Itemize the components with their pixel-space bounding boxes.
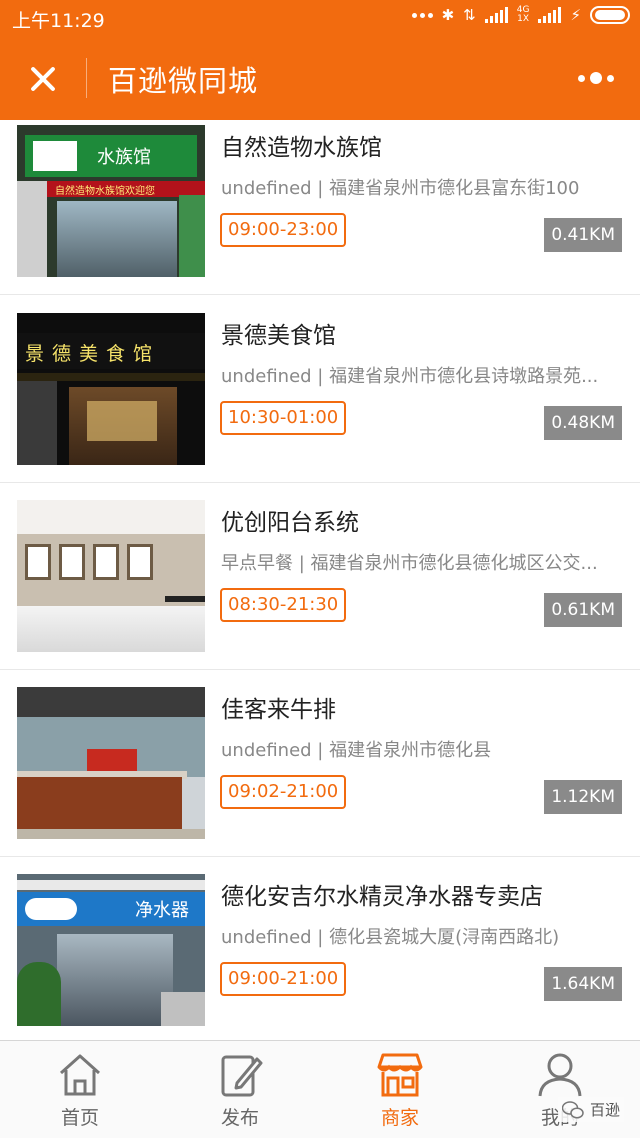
store-name: 佳客来牛排	[221, 697, 336, 723]
signal-icon	[484, 7, 508, 23]
page-title: 百逊微同城	[108, 64, 259, 98]
store-distance: 0.48KM	[544, 406, 622, 440]
store-name: 景德美食馆	[221, 323, 336, 349]
tab-label: 商家	[380, 1107, 419, 1129]
store-name: 德化安吉尔水精灵净水器专卖店	[221, 884, 543, 910]
user-icon	[538, 1053, 582, 1097]
store-thumbnail[interactable]: 水族馆 自然造物水族馆欢迎您	[17, 125, 205, 277]
store-hours: 10:30-01:00	[220, 401, 347, 435]
store-name: 自然造物水族馆	[221, 135, 382, 161]
store-address: undefined | 福建省泉州市德化县富东街100	[221, 178, 580, 199]
signal-icon	[538, 7, 562, 23]
store-thumbnail[interactable]: 景德美食馆	[17, 313, 205, 465]
store-distance: 0.41KM	[544, 218, 622, 252]
store-item[interactable]: 水族馆 自然造物水族馆欢迎您 自然造物水族馆 undefined | 福建省泉州…	[0, 120, 640, 295]
watermark-text: 百逊	[589, 1101, 620, 1119]
store-address: undefined | 福建省泉州市德化县	[221, 740, 492, 761]
store-thumbnail[interactable]: 净水器	[17, 874, 205, 1026]
store-address: undefined | 德化县瓷城大厦(浔南西路北)	[221, 927, 560, 948]
edit-icon	[221, 1055, 263, 1097]
store-distance: 0.61KM	[544, 593, 622, 627]
store-list[interactable]: 水族馆 自然造物水族馆欢迎您 自然造物水族馆 undefined | 福建省泉州…	[0, 120, 640, 1040]
store-item[interactable]: 佳客来牛排 undefined | 福建省泉州市德化县 09:02-21:00 …	[0, 670, 640, 857]
thumb-sign-text: 景德美食馆	[25, 343, 161, 365]
store-hours: 09:00-23:00	[220, 213, 347, 247]
store-distance: 1.12KM	[544, 780, 622, 814]
watermark: 百逊	[557, 1097, 624, 1122]
charging-icon: ⚡	[570, 6, 581, 24]
store-address: 早点早餐 | 福建省泉州市德化县德化城区公交...	[221, 553, 598, 574]
status-time: 上午11:29	[12, 10, 105, 32]
tab-label: 首页	[60, 1107, 99, 1129]
data-arrows-icon: ⇅	[463, 6, 476, 24]
shop-icon	[377, 1053, 423, 1097]
battery-icon	[590, 6, 630, 24]
dots-icon	[411, 12, 433, 18]
store-distance: 1.64KM	[544, 967, 622, 1001]
wechat-icon	[561, 1100, 584, 1119]
title-divider	[86, 58, 87, 98]
thumb-sign-text: 水族馆	[97, 147, 151, 168]
tab-label: 发布	[220, 1107, 259, 1129]
thumb-sign-text: 净水器	[135, 900, 189, 921]
close-icon[interactable]	[22, 58, 64, 100]
tab-home[interactable]: 首页	[0, 1041, 160, 1138]
tab-merchants[interactable]: 商家	[320, 1041, 480, 1138]
store-item[interactable]: 净水器 德化安吉尔水精灵净水器专卖店 undefined | 德化县瓷城大厦(浔…	[0, 857, 640, 1040]
store-thumbnail[interactable]	[17, 500, 205, 652]
tab-me[interactable]: 我的	[480, 1041, 640, 1138]
bluetooth-icon: ✱	[441, 6, 455, 24]
store-hours: 09:00-21:00	[220, 962, 347, 996]
tab-publish[interactable]: 发布	[160, 1041, 320, 1138]
thumb-band-text: 自然造物水族馆欢迎您	[55, 186, 155, 197]
store-hours: 09:02-21:00	[220, 775, 347, 809]
status-bar: 上午11:29 ✱ ⇅ 4G 1X ⚡	[0, 0, 640, 36]
network-type: 4G 1X	[516, 5, 530, 24]
store-item[interactable]: 优创阳台系统 早点早餐 | 福建省泉州市德化县德化城区公交... 08:30-2…	[0, 483, 640, 670]
store-thumbnail[interactable]	[17, 687, 205, 839]
title-bar: 百逊微同城	[0, 36, 640, 120]
status-icons: ✱ ⇅ 4G 1X ⚡	[411, 5, 630, 24]
store-address: undefined | 福建省泉州市德化县诗墩路景苑...	[221, 366, 599, 387]
tab-bar: 首页 发布 商家 我的 百逊	[0, 1040, 640, 1138]
store-hours: 08:30-21:30	[220, 588, 347, 622]
more-icon[interactable]	[578, 66, 618, 90]
store-item[interactable]: 景德美食馆 景德美食馆 undefined | 福建省泉州市德化县诗墩路景苑..…	[0, 296, 640, 483]
store-name: 优创阳台系统	[221, 510, 359, 536]
home-icon	[59, 1054, 101, 1096]
